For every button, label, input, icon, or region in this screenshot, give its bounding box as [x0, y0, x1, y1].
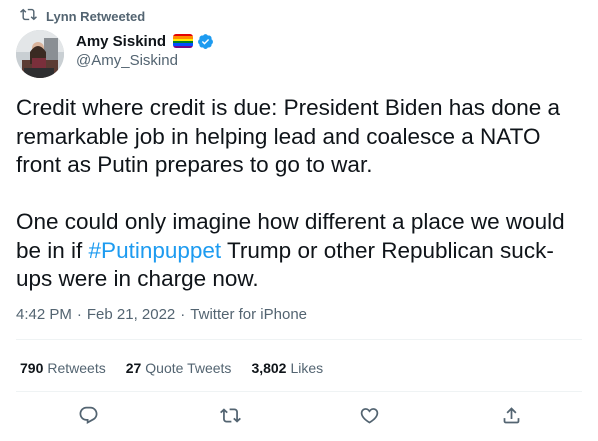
quote-tweets-count: 27: [125, 360, 142, 376]
reply-button[interactable]: [77, 404, 99, 426]
tweet-source[interactable]: Twitter for iPhone: [190, 306, 307, 323]
retweet-button[interactable]: [219, 404, 241, 426]
tweet-paragraph: Credit where credit is due: President Bi…: [16, 95, 561, 177]
retweet-icon: [20, 6, 37, 26]
rainbow-flag-icon: [173, 34, 194, 48]
tweet-paragraph: One could only imagine how different a p…: [16, 208, 586, 294]
retweets-count: 790: [20, 360, 44, 376]
like-button[interactable]: [358, 404, 380, 426]
user-handle[interactable]: @Amy_Siskind: [76, 52, 214, 69]
quote-tweets-stat[interactable]: 27 Quote Tweets: [126, 360, 232, 376]
verified-badge-icon: [198, 33, 213, 49]
likes-stat[interactable]: 3,802 Likes: [251, 360, 323, 376]
divider: [16, 339, 582, 340]
avatar[interactable]: [16, 30, 64, 78]
display-name[interactable]: Amy Siskind: [76, 33, 166, 50]
meta-separator: ·: [76, 305, 82, 323]
hashtag-link[interactable]: #Putinpuppet: [89, 238, 222, 263]
quote-tweets-label: Quote Tweets: [145, 360, 232, 376]
reply-icon: [79, 406, 97, 424]
tweet-text: Credit where credit is due: President Bi…: [16, 94, 586, 294]
retweets-label: Retweets: [47, 360, 106, 376]
share-icon: [503, 406, 519, 423]
action-bar: [0, 404, 598, 428]
divider: [16, 391, 582, 392]
author-block[interactable]: Amy Siskind @Amy_Siskind: [76, 31, 214, 69]
retweet-context-label: Lynn Retweeted: [46, 8, 146, 24]
tweet-time[interactable]: 4:42 PM: [16, 306, 72, 323]
meta-separator: ·: [180, 305, 186, 323]
likes-label: Likes: [290, 360, 324, 376]
retweets-stat[interactable]: 790 Retweets: [20, 360, 106, 376]
likes-count: 3,802: [251, 360, 287, 376]
like-icon: [360, 407, 378, 424]
retweet-context[interactable]: Lynn Retweeted: [20, 6, 145, 26]
retweet-icon: [219, 407, 241, 423]
share-button[interactable]: [500, 404, 522, 426]
tweet-meta: 4:42 PM · Feb 21, 2022 · Twitter for iPh…: [16, 304, 307, 324]
tweet-date[interactable]: Feb 21, 2022: [87, 306, 175, 323]
engagement-stats: 790 Retweets 27 Quote Tweets 3,802 Likes: [20, 358, 323, 378]
